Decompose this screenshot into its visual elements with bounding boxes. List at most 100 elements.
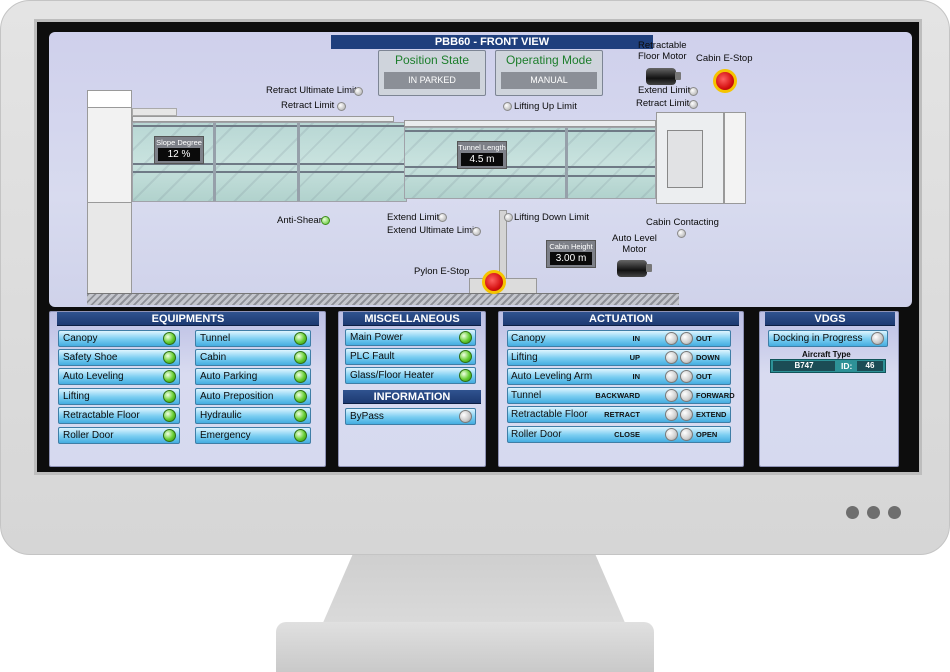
actuation-title: ACTUATION	[503, 312, 739, 326]
anti-shear-indicator	[321, 216, 330, 225]
equip-auto-leveling[interactable]: Auto Leveling	[58, 368, 180, 385]
equip-safety-shoe[interactable]: Safety Shoe	[58, 349, 180, 366]
equip-auto-parking[interactable]: Auto Parking	[195, 368, 311, 385]
status-led-icon	[459, 369, 472, 382]
actuate-b-button[interactable]	[680, 389, 693, 402]
aircraft-type-label: Aircraft Type	[802, 350, 851, 359]
retractable-floor-motor-icon	[646, 68, 681, 85]
actuate-a-button[interactable]	[665, 389, 678, 402]
lifting-up-limit-indicator	[503, 102, 512, 111]
cabin-side	[724, 112, 746, 204]
equip-tunnel[interactable]: Tunnel	[195, 330, 311, 347]
status-led-icon	[294, 370, 307, 383]
status-led-icon	[163, 332, 176, 345]
cabin-retract-limit-indicator	[689, 100, 698, 109]
actuation-row-tunnel[interactable]: Tunnel BACKWARD FORWARD	[507, 387, 735, 404]
vdgs-panel: VDGS Docking in Progress Aircraft Type B…	[759, 311, 899, 467]
inner-tunnel	[404, 127, 656, 199]
rotunda-flap	[132, 108, 177, 116]
info-bypass[interactable]: ByPass	[345, 408, 476, 425]
monitor-dot-icon[interactable]	[888, 506, 901, 519]
equip-roller-door[interactable]: Roller Door	[58, 427, 180, 444]
monitor-frame: PBB60 - FRONT VIEW Position State IN PAR…	[0, 0, 950, 555]
operating-mode-box: Operating Mode MANUAL	[495, 50, 603, 96]
actuation-panel: ACTUATION Canopy IN OUT Lifting UP DOWN Auto…	[498, 311, 744, 467]
status-led-icon	[294, 390, 307, 403]
status-led-icon	[294, 332, 307, 345]
monitor-dot-icon[interactable]	[867, 506, 880, 519]
equip-auto-preposition[interactable]: Auto Preposition	[195, 388, 311, 405]
cabin-extend-limit-label: Extend Limit	[638, 85, 691, 96]
retract-limit-label: Retract Limit	[281, 100, 335, 111]
aircraft-id-value: 46	[857, 361, 883, 371]
tunnel-length-value: 4.5 m	[461, 153, 503, 166]
actuate-a-button[interactable]	[665, 428, 678, 441]
retract-ultimate-limit-label: Retract Ultimate Limit	[266, 85, 357, 96]
tunnel-length-readout: Tunnel Length 4.5 m	[457, 141, 507, 169]
status-led-icon	[459, 331, 472, 344]
status-led-icon	[294, 409, 307, 422]
monitor-dot-icon[interactable]	[846, 506, 859, 519]
actuate-b-button[interactable]	[680, 408, 693, 421]
vdgs-docking-in-progress[interactable]: Docking in Progress	[768, 330, 888, 347]
misc-glass-floor-heater[interactable]: Glass/Floor Heater	[345, 367, 476, 384]
inner-tunnel-roof	[404, 120, 656, 127]
equip-hydraulic[interactable]: Hydraulic	[195, 407, 311, 424]
equip-lifting[interactable]: Lifting	[58, 388, 180, 405]
rotunda-cap	[87, 90, 132, 108]
operating-mode-value: MANUAL	[501, 72, 597, 89]
lifting-down-limit-label: Lifting Down Limit	[514, 212, 589, 223]
extend-limit-label: Extend Limit	[387, 212, 440, 223]
equipments-panel: EQUIPMENTS Canopy Safety Shoe Auto Level…	[49, 311, 326, 467]
cabin-contacting-indicator	[677, 229, 686, 238]
actuate-a-button[interactable]	[665, 351, 678, 364]
auto-level-motor-label: Auto Level Motor	[612, 233, 657, 255]
aircraft-id-label: ID:	[841, 361, 853, 371]
status-led-icon	[163, 351, 176, 364]
status-led-icon	[163, 429, 176, 442]
equip-retractable-floor[interactable]: Retractable Floor	[58, 407, 180, 424]
vdgs-title: VDGS	[765, 312, 895, 326]
cabin-estop-button[interactable]	[713, 69, 737, 93]
aircraft-type-row: B747 ID: 46	[770, 359, 886, 373]
cabin-door	[667, 130, 703, 188]
actuation-row-auto-leveling-arm[interactable]: Auto Leveling Arm IN OUT	[507, 368, 731, 385]
position-state-label: Position State	[394, 53, 470, 67]
monitor-buttons	[846, 506, 901, 519]
status-led-icon	[459, 350, 472, 363]
extend-ultimate-limit-label: Extend Ultimate Limit	[387, 225, 477, 236]
actuate-a-button[interactable]	[665, 332, 678, 345]
actuate-a-button[interactable]	[665, 408, 678, 421]
information-title: INFORMATION	[343, 390, 481, 404]
misc-plc-fault[interactable]: PLC Fault	[345, 348, 476, 365]
actuate-b-button[interactable]	[680, 370, 693, 383]
equip-cabin[interactable]: Cabin	[195, 349, 311, 366]
misc-main-power[interactable]: Main Power	[345, 329, 476, 346]
status-led-icon	[163, 370, 176, 383]
actuate-b-button[interactable]	[680, 332, 693, 345]
status-led-icon	[294, 429, 307, 442]
extend-ultimate-limit-indicator	[472, 227, 481, 236]
actuate-b-button[interactable]	[680, 428, 693, 441]
actuate-a-button[interactable]	[665, 370, 678, 383]
lifting-up-limit-label: Lifting Up Limit	[514, 101, 577, 112]
status-led-icon	[459, 410, 472, 423]
anti-shear-label: Anti-Shear	[277, 215, 322, 226]
actuate-b-button[interactable]	[680, 351, 693, 364]
equip-canopy[interactable]: Canopy	[58, 330, 180, 347]
cabin-height-readout: Cabin Height 3.00 m	[546, 240, 596, 268]
cabin-extend-limit-indicator	[689, 87, 698, 96]
actuation-row-canopy[interactable]: Canopy IN OUT	[507, 330, 731, 347]
screen: PBB60 - FRONT VIEW Position State IN PAR…	[34, 19, 922, 475]
cabin-estop-label: Cabin E-Stop	[696, 53, 753, 64]
status-led-icon	[163, 409, 176, 422]
actuation-row-roller-door[interactable]: Roller Door CLOSE OPEN	[507, 426, 731, 443]
monitor-stand-neck	[322, 555, 626, 625]
position-state-box: Position State IN PARKED	[378, 50, 486, 96]
actuation-row-retractable-floor[interactable]: Retractable Floor RETRACT EXTEND	[507, 406, 731, 423]
cabin-retract-limit-label: Retract Limit	[636, 98, 690, 109]
equip-emergency[interactable]: Emergency	[195, 427, 311, 444]
pylon-estop-button[interactable]	[482, 270, 506, 294]
ground	[87, 293, 679, 305]
actuation-row-lifting[interactable]: Lifting UP DOWN	[507, 349, 731, 366]
